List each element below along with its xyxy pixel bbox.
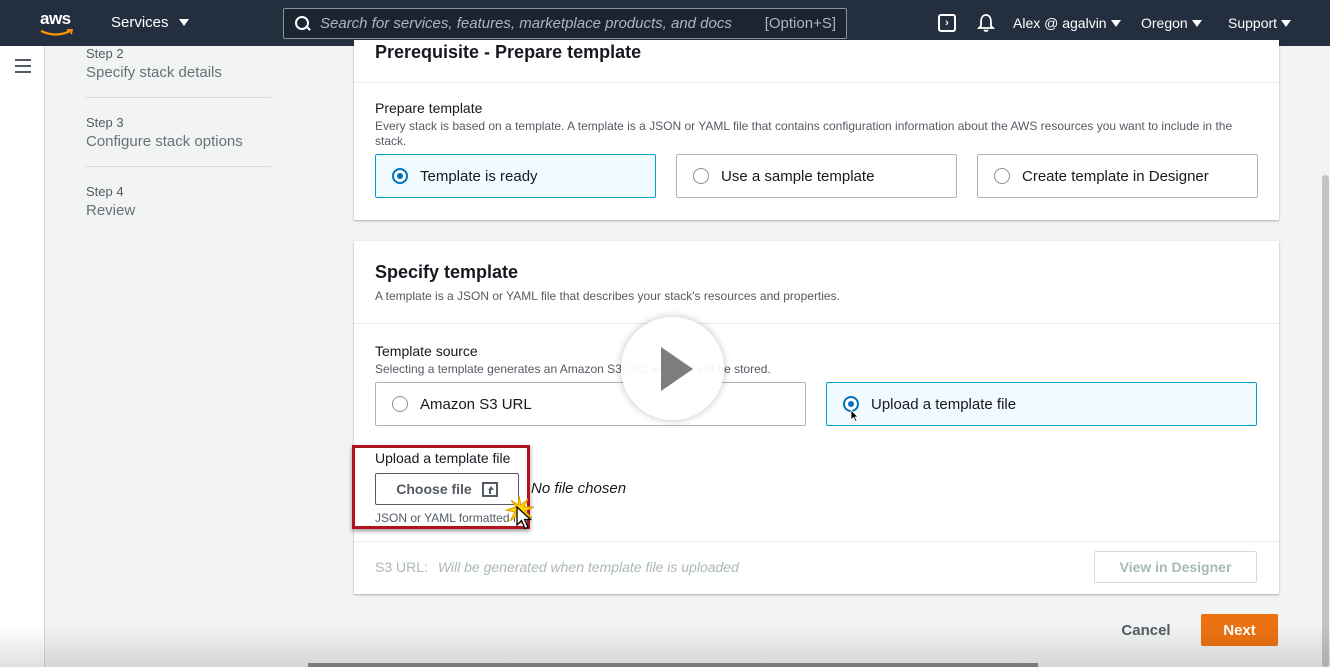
cancel-button[interactable]: Cancel	[1106, 615, 1186, 645]
search-icon	[294, 15, 312, 33]
specify-template-panel: Specify template A template is a JSON or…	[352, 241, 1279, 594]
search-bar[interactable]: [Option+S]	[283, 8, 847, 39]
option-label: Create template in Designer	[1022, 167, 1209, 185]
prerequisite-heading: Prerequisite - Prepare template	[375, 42, 642, 62]
option-sample-template[interactable]: Use a sample template	[676, 154, 957, 198]
divider	[354, 323, 1279, 324]
view-in-designer-button[interactable]: View in Designer	[1094, 551, 1257, 583]
option-template-ready[interactable]: Template is ready	[375, 154, 656, 198]
side-strip	[0, 46, 45, 667]
option-label: Upload a template file	[871, 395, 1017, 413]
caret-down-icon	[1191, 19, 1202, 27]
region-label: Oregon	[1141, 15, 1188, 31]
radio-icon[interactable]	[994, 168, 1010, 184]
radio-icon[interactable]	[693, 168, 709, 184]
divider	[354, 541, 1279, 542]
hamburger-menu-icon[interactable]	[15, 59, 31, 73]
search-input[interactable]	[320, 15, 765, 32]
smile-icon	[40, 29, 74, 36]
prepare-template-label: Prepare template	[375, 100, 483, 116]
step-title: Configure stack options	[86, 133, 243, 150]
prerequisite-panel: Prerequisite - Prepare template Prepare …	[354, 40, 1279, 220]
support-menu[interactable]: Support	[1228, 15, 1292, 31]
scrollbar-thumb[interactable]	[1322, 175, 1329, 667]
step-title: Review	[86, 202, 136, 219]
divider	[354, 82, 1279, 83]
services-menu[interactable]: Services	[111, 14, 189, 31]
option-label: Use a sample template	[721, 167, 875, 185]
pointer-cursor-icon	[516, 506, 532, 530]
account-label: Alex @ agalvin	[1013, 15, 1107, 31]
step-number: Step 2	[86, 46, 124, 61]
s3-url-row: S3 URL: Will be generated when template …	[375, 559, 739, 575]
option-label: Amazon S3 URL	[420, 395, 532, 413]
s3-url-value: Will be generated when template file is …	[437, 559, 739, 575]
step-number: Step 4	[86, 184, 124, 199]
s3-url-label: S3 URL:	[375, 559, 428, 575]
specify-template-heading: Specify template	[375, 262, 519, 282]
radio-icon[interactable]	[392, 396, 408, 412]
step-title: Specify stack details	[86, 64, 222, 81]
option-s3-url[interactable]: Amazon S3 URL	[375, 382, 806, 426]
account-menu[interactable]: Alex @ agalvin	[1013, 15, 1121, 31]
aws-logo-text: aws	[40, 9, 71, 28]
search-shortcut-hint: [Option+S]	[764, 15, 836, 32]
file-status: No file chosen	[531, 480, 627, 497]
play-icon[interactable]	[621, 317, 724, 420]
video-progress-bar[interactable]	[308, 663, 1038, 667]
wizard-steps: Step 2 Specify stack details Step 3 Conf…	[86, 46, 271, 252]
prepare-template-description: Every stack is based on a template. A te…	[375, 119, 1233, 148]
caret-down-icon	[1110, 19, 1121, 27]
radio-selected-icon[interactable]	[392, 168, 408, 184]
next-button[interactable]: Next	[1201, 614, 1278, 646]
services-label: Services	[111, 14, 169, 31]
option-label: Template is ready	[420, 167, 538, 185]
option-designer-template[interactable]: Create template in Designer	[977, 154, 1258, 198]
bell-icon[interactable]	[977, 13, 995, 33]
option-upload-file[interactable]: Upload a template file	[826, 382, 1257, 426]
cloudshell-icon[interactable]: ›	[938, 14, 956, 32]
aws-logo[interactable]: aws	[40, 9, 76, 39]
step-4[interactable]: Step 4 Review	[86, 184, 271, 235]
specify-template-description: A template is a JSON or YAML file that d…	[375, 289, 840, 303]
step-number: Step 3	[86, 115, 124, 130]
step-2[interactable]: Step 2 Specify stack details	[86, 46, 271, 98]
support-label: Support	[1228, 15, 1278, 31]
caret-down-icon	[1281, 19, 1292, 27]
step-3[interactable]: Step 3 Configure stack options	[86, 115, 271, 167]
cursor-icon	[850, 409, 859, 423]
caret-down-icon	[178, 19, 189, 26]
region-menu[interactable]: Oregon	[1141, 15, 1202, 31]
